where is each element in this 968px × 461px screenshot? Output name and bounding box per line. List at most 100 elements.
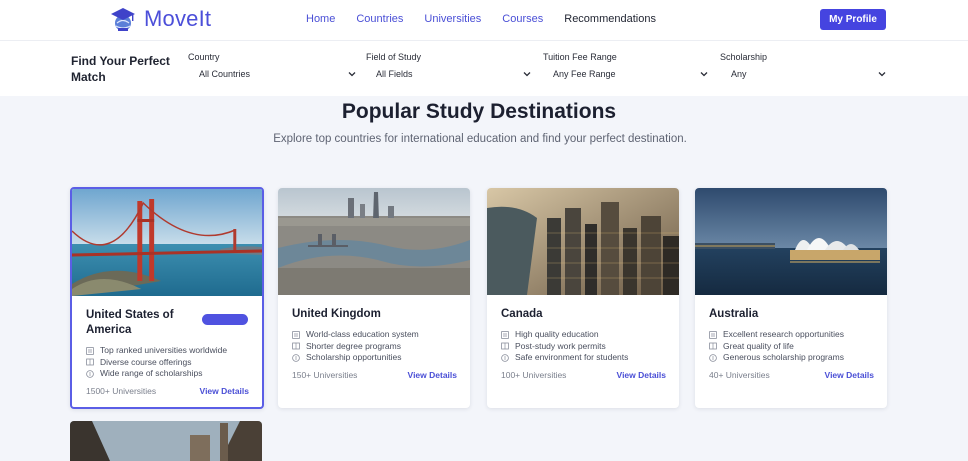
book-icon bbox=[501, 342, 509, 350]
card-body: Australia Excellent research opportuniti… bbox=[695, 295, 887, 364]
book-icon bbox=[86, 358, 94, 366]
section-title: Popular Study Destinations bbox=[341, 100, 617, 123]
top-nav: MoveIt Home Countries Universities Cours… bbox=[0, 0, 968, 40]
nav-home[interactable]: Home bbox=[306, 13, 335, 25]
card-body: Canada High quality education Post-study… bbox=[487, 295, 679, 364]
country-card-usa[interactable]: United States of America Top ranked univ… bbox=[70, 187, 264, 409]
scholarship-select-value: Any bbox=[731, 69, 747, 79]
chevron-down-icon bbox=[523, 72, 531, 77]
filter-title: Find Your Perfect Match bbox=[71, 54, 170, 84]
feature-text: Wide range of scholarships bbox=[100, 368, 203, 378]
logo[interactable]: MoveIt bbox=[108, 4, 211, 34]
feature-item: Top ranked universities worldwide bbox=[86, 345, 249, 357]
section-subtitle: Explore top countries for international … bbox=[273, 133, 687, 145]
field-of-study-select[interactable]: All Fields bbox=[366, 69, 531, 79]
country-card-partial[interactable] bbox=[70, 421, 262, 461]
country-card-uk[interactable]: United Kingdom World-class education sys… bbox=[278, 188, 470, 408]
graduation-cap-logo-icon bbox=[111, 8, 135, 31]
card-footer: 150+ Universities View Details bbox=[292, 370, 457, 380]
feature-text: Great quality of life bbox=[723, 340, 794, 351]
sydney-opera-house-image bbox=[695, 188, 887, 295]
chevron-down-icon bbox=[348, 72, 356, 77]
tuition-fee-select-value: Any Fee Range bbox=[553, 69, 616, 79]
tuition-fee-filter: Tuition Fee Range Any Fee Range bbox=[543, 52, 708, 79]
country-select[interactable]: All Countries bbox=[188, 69, 356, 79]
view-details-link[interactable]: View Details bbox=[617, 370, 666, 380]
badge-pill bbox=[202, 314, 248, 325]
building-icon bbox=[501, 330, 509, 339]
university-count: 40+ Universities bbox=[709, 370, 770, 380]
feature-item: Shorter degree programs bbox=[292, 341, 457, 353]
feature-text: Scholarship opportunities bbox=[306, 352, 402, 362]
nav-universities[interactable]: Universities bbox=[424, 13, 481, 25]
view-details-link[interactable]: View Details bbox=[408, 370, 457, 380]
feature-text: Diverse course offerings bbox=[100, 356, 192, 367]
chevron-down-icon bbox=[878, 72, 886, 77]
scholarship-select[interactable]: Any bbox=[720, 69, 886, 79]
book-icon bbox=[292, 342, 300, 350]
country-name: Canada bbox=[501, 308, 543, 320]
field-of-study-filter: Field of Study All Fields bbox=[366, 52, 531, 79]
feature-text: Shorter degree programs bbox=[306, 340, 401, 351]
university-count: 100+ Universities bbox=[501, 370, 567, 380]
feature-item: Safe environment for students bbox=[501, 352, 666, 364]
feature-list: Excellent research opportunities Great q… bbox=[709, 329, 874, 364]
country-filter-label: Country bbox=[188, 52, 220, 62]
university-count: 150+ Universities bbox=[292, 370, 358, 380]
nav-courses[interactable]: Courses bbox=[502, 13, 543, 25]
dollar-icon bbox=[292, 353, 300, 362]
view-details-link[interactable]: View Details bbox=[200, 386, 249, 396]
nav-countries[interactable]: Countries bbox=[356, 13, 403, 25]
feature-list: World-class education system Shorter deg… bbox=[292, 329, 457, 364]
feature-item: Post-study work permits bbox=[501, 341, 666, 353]
toronto-skyline-image bbox=[487, 188, 679, 295]
card-body: United States of America Top ranked univ… bbox=[72, 296, 262, 380]
university-count: 1500+ Universities bbox=[86, 386, 157, 396]
building-icon bbox=[292, 330, 300, 339]
card-body: United Kingdom World-class education sys… bbox=[278, 295, 470, 364]
dollar-icon bbox=[86, 369, 94, 378]
feature-list: High quality education Post-study work p… bbox=[501, 329, 666, 364]
field-of-study-filter-label: Field of Study bbox=[366, 52, 422, 62]
my-profile-button[interactable]: My Profile bbox=[820, 9, 886, 30]
feature-text: Generous scholarship programs bbox=[723, 352, 844, 362]
feature-item: Generous scholarship programs bbox=[709, 352, 874, 364]
london-skyline-image bbox=[278, 188, 470, 295]
country-name: Australia bbox=[709, 308, 759, 320]
building-icon bbox=[86, 346, 94, 355]
country-name: United Kingdom bbox=[292, 308, 381, 320]
golden-gate-bridge-image bbox=[72, 189, 262, 296]
country-name: United States of America bbox=[86, 309, 174, 336]
feature-list: Top ranked universities worldwide Divers… bbox=[86, 345, 249, 380]
brand-name: MoveIt bbox=[144, 6, 212, 31]
chevron-down-icon bbox=[700, 72, 708, 77]
tuition-fee-select[interactable]: Any Fee Range bbox=[543, 69, 708, 79]
feature-text: High quality education bbox=[515, 329, 599, 339]
feature-item: High quality education bbox=[501, 329, 666, 341]
card-footer: 100+ Universities View Details bbox=[501, 370, 666, 380]
country-card-australia[interactable]: Australia Excellent research opportuniti… bbox=[695, 188, 887, 408]
feature-item: Wide range of scholarships bbox=[86, 368, 249, 380]
scholarship-filter: Scholarship Any bbox=[720, 52, 886, 79]
nav-recommendations[interactable]: Recommendations bbox=[564, 13, 656, 25]
field-of-study-select-value: All Fields bbox=[376, 69, 413, 79]
building-icon bbox=[709, 330, 717, 339]
feature-text: Safe environment for students bbox=[515, 352, 629, 362]
filter-bar: Find Your Perfect Match Country All Coun… bbox=[0, 40, 968, 96]
book-icon bbox=[709, 342, 717, 350]
view-details-link[interactable]: View Details bbox=[825, 370, 874, 380]
feature-text: World-class education system bbox=[306, 329, 419, 339]
feature-text: Post-study work permits bbox=[515, 340, 606, 351]
card-footer: 40+ Universities View Details bbox=[709, 370, 874, 380]
country-select-value: All Countries bbox=[199, 69, 251, 79]
dollar-icon bbox=[709, 353, 717, 362]
card-footer: 1500+ Universities View Details bbox=[86, 386, 249, 396]
feature-item: Great quality of life bbox=[709, 341, 874, 353]
feature-text: Top ranked universities worldwide bbox=[100, 345, 228, 355]
scholarship-filter-label: Scholarship bbox=[720, 52, 768, 62]
feature-item: Diverse course offerings bbox=[86, 357, 249, 369]
dollar-icon bbox=[501, 353, 509, 362]
country-card-canada[interactable]: Canada High quality education Post-study… bbox=[487, 188, 679, 408]
feature-item: World-class education system bbox=[292, 329, 457, 341]
city-street-image bbox=[70, 421, 262, 461]
